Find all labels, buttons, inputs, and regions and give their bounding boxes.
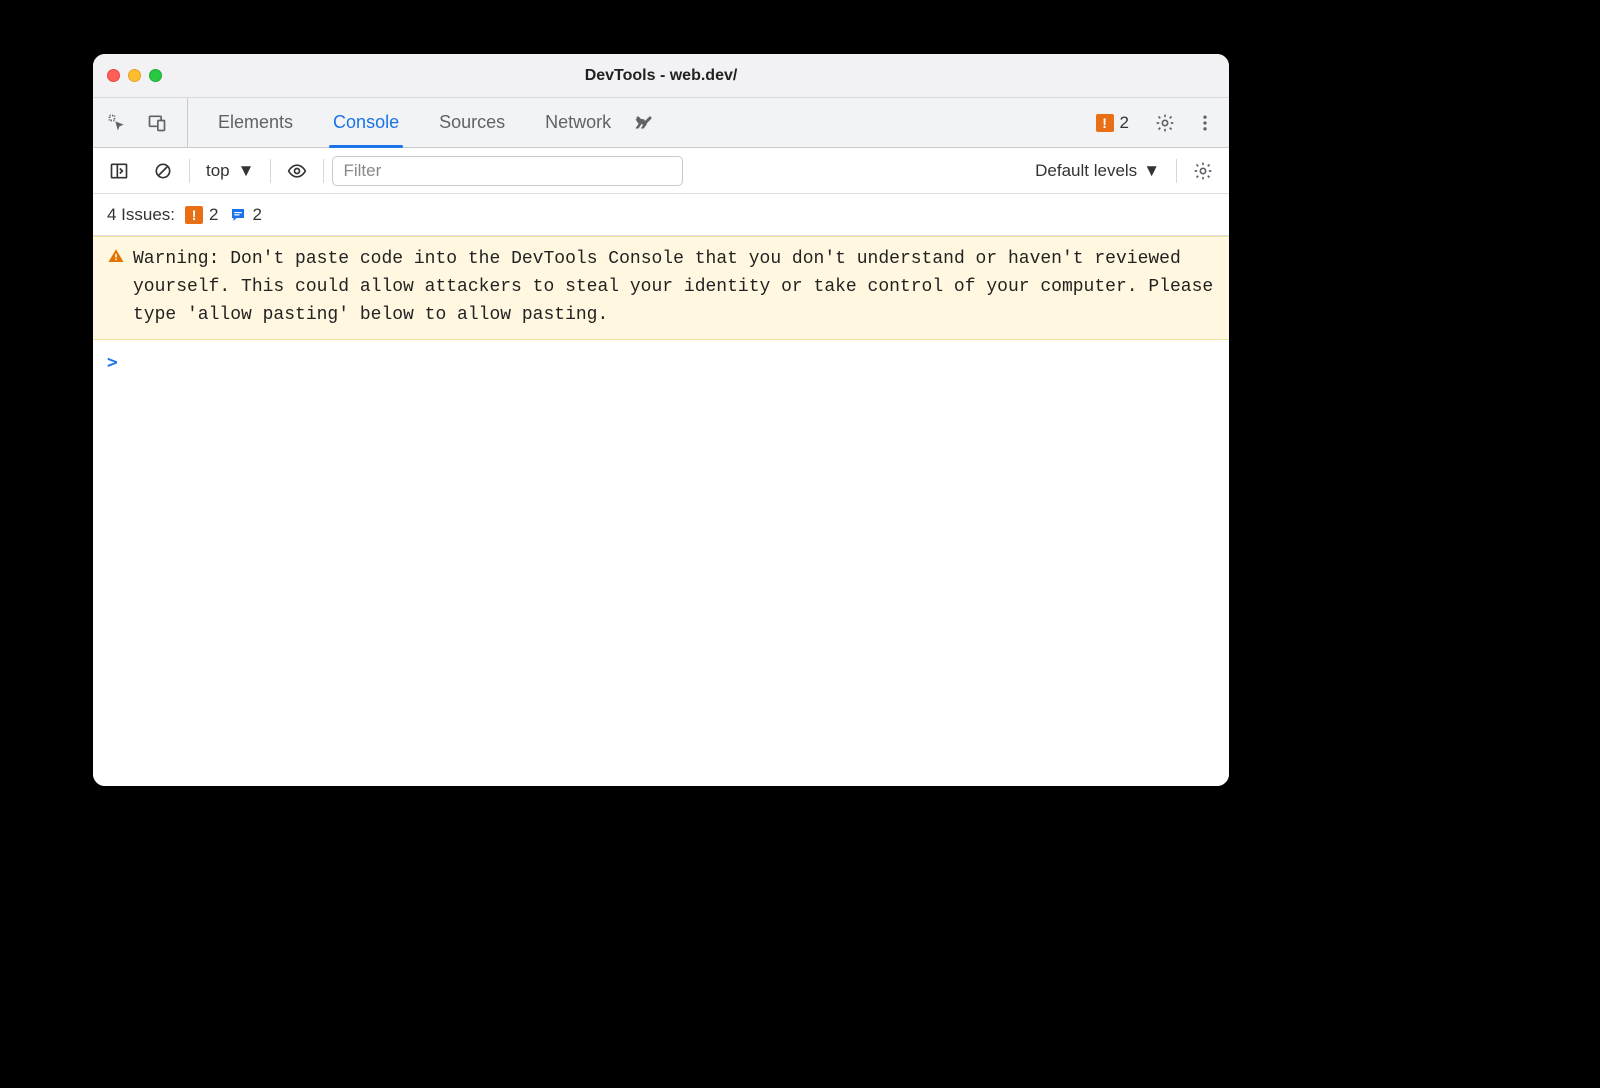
separator — [323, 159, 324, 183]
issues-summary-row[interactable]: 4 Issues: ! 2 2 — [93, 194, 1229, 236]
more-tabs-icon[interactable]: » — [631, 98, 671, 147]
tab-elements[interactable]: Elements — [198, 98, 313, 147]
tab-network[interactable]: Network — [525, 98, 631, 147]
header-issue-count: 2 — [1120, 113, 1129, 133]
tab-console[interactable]: Console — [313, 98, 419, 147]
toggle-sidebar-icon[interactable] — [101, 153, 137, 189]
kebab-menu-icon[interactable] — [1187, 105, 1223, 141]
comment-icon — [229, 206, 247, 224]
traffic-lights — [93, 69, 162, 82]
panel-tabs: Elements Console Sources Network » — [198, 98, 1090, 147]
clear-console-icon[interactable] — [145, 153, 181, 189]
chevron-down-icon: ▼ — [1143, 161, 1160, 181]
issues-prefix: 4 Issues: — [107, 205, 175, 225]
execution-context-selector[interactable]: top ▼ — [198, 161, 262, 181]
minimize-window-button[interactable] — [128, 69, 141, 82]
inspect-element-icon[interactable] — [99, 105, 135, 141]
separator — [1176, 159, 1177, 183]
self-xss-warning: Warning: Don't paste code into the DevTo… — [93, 236, 1229, 340]
tabstrip-right-tools: ! 2 — [1090, 98, 1223, 147]
panel-tabstrip: Elements Console Sources Network » ! 2 — [93, 98, 1229, 148]
chevron-down-icon: ▼ — [238, 161, 255, 181]
prompt-chevron-icon: > — [107, 352, 118, 373]
console-toolbar: top ▼ Default levels ▼ — [93, 148, 1229, 194]
log-levels-label: Default levels — [1035, 161, 1137, 181]
console-prompt[interactable]: > — [93, 340, 1229, 385]
issues-comment-count: 2 — [253, 205, 262, 225]
warning-icon: ! — [185, 206, 203, 224]
window-title: DevTools - web.dev/ — [93, 67, 1229, 85]
live-expression-eye-icon[interactable] — [279, 153, 315, 189]
device-toolbar-icon[interactable] — [139, 105, 175, 141]
separator — [189, 159, 190, 183]
tabstrip-left-tools — [99, 98, 188, 147]
titlebar: DevTools - web.dev/ — [93, 54, 1229, 98]
warning-triangle-icon — [107, 245, 125, 329]
warning-text: Warning: Don't paste code into the DevTo… — [133, 245, 1215, 329]
header-issues-indicator[interactable]: ! 2 — [1090, 111, 1135, 135]
warning-icon: ! — [1096, 114, 1114, 132]
separator — [270, 159, 271, 183]
filter-input[interactable] — [332, 156, 682, 186]
close-window-button[interactable] — [107, 69, 120, 82]
tab-sources[interactable]: Sources — [419, 98, 525, 147]
execution-context-label: top — [206, 161, 230, 181]
maximize-window-button[interactable] — [149, 69, 162, 82]
log-levels-selector[interactable]: Default levels ▼ — [1027, 161, 1168, 181]
issues-warn-count: 2 — [209, 205, 218, 225]
settings-gear-icon[interactable] — [1147, 105, 1183, 141]
devtools-window: DevTools - web.dev/ Elements Console Sou… — [93, 54, 1229, 786]
console-settings-gear-icon[interactable] — [1185, 153, 1221, 189]
console-output: Warning: Don't paste code into the DevTo… — [93, 236, 1229, 786]
